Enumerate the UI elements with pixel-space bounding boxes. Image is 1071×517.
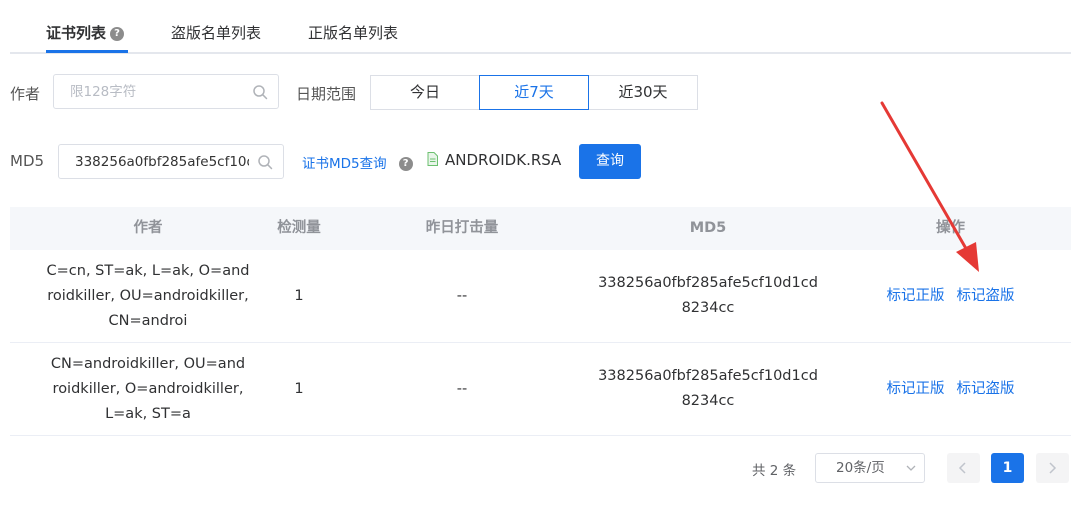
page-size-value: 20条/页	[836, 460, 885, 476]
md5-input-wrapper	[58, 144, 284, 179]
cell-yesterday-hits: --	[456, 287, 468, 304]
uploaded-file: ANDROIDK.RSA	[427, 151, 561, 169]
column-header-md5: MD5	[689, 220, 727, 236]
mark-pirate-link[interactable]: 标记盗版	[957, 284, 1015, 309]
md5-line: 338256a0fbf285afe5cf10d1cd	[598, 368, 818, 384]
tab-bar: 证书列表? 盗版名单列表 正版名单列表	[10, 0, 1071, 54]
table-row: CN=androidkiller, OU=and roidkiller, O=an…	[10, 343, 1071, 436]
column-header-yesterday-hits: 昨日打击量	[425, 220, 499, 236]
certificate-table: 作者 检测量 昨日打击量 MD5 操作 C=cn, ST=ak, L=ak, O…	[10, 207, 1071, 436]
tab-pirate-list[interactable]: 盗版名单列表	[171, 22, 261, 43]
column-header-author: 作者	[133, 220, 163, 236]
md5-query-group: 证书MD5查询?	[302, 152, 413, 172]
next-page-button[interactable]	[1036, 453, 1069, 483]
md5-label: MD5	[10, 152, 45, 170]
mark-genuine-link[interactable]: 标记正版	[887, 284, 945, 309]
chevron-right-icon	[1049, 462, 1057, 474]
column-header-actions: 操作	[936, 220, 965, 236]
cell-author: C=cn, ST=ak, L=ak, O=and roidkiller, OU=a…	[36, 250, 260, 342]
tab-certificate-list[interactable]: 证书列表?	[46, 22, 125, 43]
help-icon[interactable]: ?	[398, 157, 413, 171]
md5-line: 8234cc	[681, 300, 735, 316]
author-line: L=ak, ST=a	[105, 405, 191, 422]
md5-query-link[interactable]: 证书MD5查询	[302, 156, 387, 172]
cell-md5: 338256a0fbf285afe5cf10d1cd 8234cc	[586, 250, 830, 342]
cell-detections: 1	[294, 287, 304, 304]
tab-genuine-list[interactable]: 正版名单列表	[308, 22, 398, 43]
mark-pirate-link[interactable]: 标记盗版	[957, 377, 1015, 402]
query-button[interactable]: 查询	[579, 144, 641, 179]
page-number-button[interactable]: 1	[991, 453, 1024, 483]
cell-yesterday-hits: --	[456, 380, 468, 397]
search-icon[interactable]	[257, 154, 273, 170]
chevron-left-icon	[958, 462, 966, 474]
tab-certificate-list-label: 证书列表	[46, 24, 107, 42]
cell-actions: 标记正版 标记盗版	[830, 250, 1071, 342]
author-line: roidkiller, O=androidkiller,	[52, 380, 244, 397]
cell-md5: 338256a0fbf285afe5cf10d1cd 8234cc	[586, 343, 830, 435]
cell-detections: 1	[294, 380, 304, 397]
author-input[interactable]	[54, 75, 278, 108]
author-line: CN=androidkiller, OU=and	[50, 355, 246, 372]
search-icon[interactable]	[252, 84, 268, 100]
date-30days-button[interactable]: 近30天	[588, 75, 698, 110]
date-7days-button[interactable]: 近7天	[479, 75, 589, 110]
md5-input[interactable]	[59, 145, 283, 178]
mark-genuine-link[interactable]: 标记正版	[887, 377, 945, 402]
pagination-total: 共 2 条	[752, 463, 797, 479]
file-name: ANDROIDK.RSA	[445, 151, 562, 169]
md5-line: 338256a0fbf285afe5cf10d1cd	[598, 275, 818, 291]
author-line: C=cn, ST=ak, L=ak, O=and	[46, 262, 250, 279]
table-row: C=cn, ST=ak, L=ak, O=and roidkiller, OU=a…	[10, 250, 1071, 343]
file-icon	[427, 152, 438, 166]
cell-actions: 标记正版 标记盗版	[830, 343, 1071, 435]
chevron-down-icon	[906, 465, 916, 471]
prev-page-button[interactable]	[947, 453, 980, 483]
date-range-label: 日期范围	[296, 85, 357, 103]
table-header: 作者 检测量 昨日打击量 MD5 操作	[10, 207, 1071, 250]
page-size-select[interactable]: 20条/页	[815, 453, 925, 483]
date-today-button[interactable]: 今日	[370, 75, 480, 110]
author-input-wrapper	[53, 74, 279, 109]
date-range-selector: 今日 近7天 近30天	[370, 75, 698, 110]
column-header-detections: 检测量	[277, 220, 321, 236]
author-line: roidkiller, OU=androidkiller,	[47, 287, 249, 304]
cell-author: CN=androidkiller, OU=and roidkiller, O=an…	[36, 343, 260, 435]
author-line: CN=androi	[108, 312, 188, 329]
help-icon[interactable]: ?	[110, 27, 125, 41]
active-tab-indicator	[46, 50, 128, 53]
author-label: 作者	[10, 85, 41, 103]
md5-line: 8234cc	[681, 393, 735, 409]
